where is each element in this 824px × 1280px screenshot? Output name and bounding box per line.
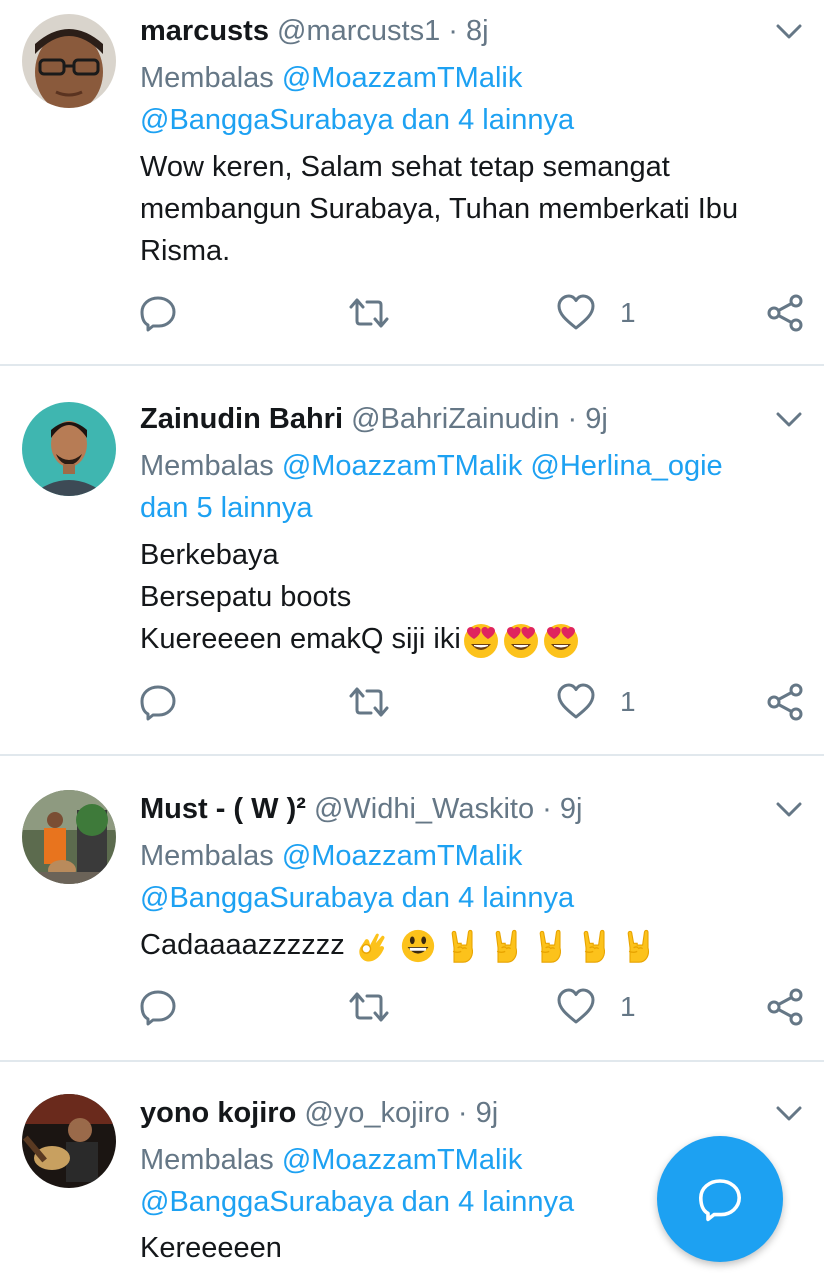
user-avatar-outdoor-icon [22, 790, 116, 884]
reply-prefix: Membalas [140, 840, 282, 872]
reply-mentions-more[interactable]: dan 5 lainnya [140, 487, 313, 529]
handle-time: @BahriZainudin · 9j [351, 403, 608, 435]
chevron-down-icon[interactable] [776, 800, 802, 820]
tweet-header: Zainudin Bahri @BahriZainudin · 9j [140, 398, 608, 440]
tweet-item[interactable]: Zainudin Bahri @BahriZainudin · 9j Memba… [0, 366, 824, 756]
tweet-text-line: Wow keren, Salam sehat tetap semangat [140, 151, 670, 183]
compose-reply-icon [699, 1179, 741, 1222]
user-avatar[interactable] [22, 1094, 116, 1188]
reply-button[interactable] [138, 682, 178, 722]
share-icon [765, 987, 805, 1027]
rock-on-emoji-icon [533, 927, 569, 965]
tweet-text: Cadaaaazzzzzz [140, 929, 345, 961]
tweet-text-line: Kereeeeen [140, 1232, 282, 1264]
share-button[interactable] [765, 682, 805, 722]
user-avatar[interactable] [22, 402, 116, 496]
like-button[interactable]: 1 [556, 293, 636, 333]
tweet-item[interactable]: Must - ( W )² @Widhi_Waskito · 9j Membal… [0, 756, 824, 1062]
display-name[interactable]: Must - ( W )² [140, 793, 306, 825]
share-icon [765, 293, 805, 333]
user-avatar[interactable] [22, 790, 116, 884]
retweet-button[interactable] [347, 293, 391, 333]
heart-icon [556, 682, 596, 722]
compose-reply-button[interactable] [657, 1136, 783, 1262]
tweet-text-line: membangun Surabaya, Tuhan memberkati Ibu [140, 193, 739, 225]
rock-on-emoji-icon [621, 927, 657, 965]
heart-eyes-emoji-icon [461, 620, 501, 660]
user-avatar[interactable] [22, 14, 116, 108]
retweet-button[interactable] [347, 987, 391, 1027]
user-avatar-teal-icon [22, 402, 116, 496]
reply-icon [138, 987, 178, 1027]
tweet-actions: 1 [0, 987, 824, 1027]
reply-mention-link[interactable]: @MoazzamTMalik [282, 840, 523, 872]
handle-time: @yo_kojiro · 9j [304, 1097, 499, 1129]
tweet-header: yono kojiro @yo_kojiro · 9j [140, 1092, 498, 1134]
reply-button[interactable] [138, 987, 178, 1027]
display-name[interactable]: yono kojiro [140, 1097, 296, 1129]
reply-context: Membalas @MoazzamTMalik @Herlina_ogie [140, 445, 723, 487]
share-button[interactable] [765, 293, 805, 333]
reply-mentions-more[interactable]: @BanggaSurabaya dan 4 lainnya [140, 99, 574, 141]
tweet-text-line: Bersepatu boots [140, 581, 352, 613]
like-button[interactable]: 1 [556, 987, 636, 1027]
display-name[interactable]: Zainudin Bahri [140, 403, 343, 435]
reply-mention-link[interactable]: @MoazzamTMalik [282, 62, 523, 94]
tweet-actions: 1 [0, 293, 824, 333]
reply-context: Membalas @MoazzamTMalik [140, 57, 522, 99]
tweet-text-line: Risma. [140, 235, 231, 267]
display-name[interactable]: marcusts [140, 15, 269, 47]
reply-button[interactable] [138, 293, 178, 333]
tweet-header: Must - ( W )² @Widhi_Waskito · 9j [140, 788, 582, 830]
tweet-header: marcusts @marcusts1 · 8j [140, 10, 489, 52]
retweet-icon [347, 682, 391, 722]
reply-prefix: Membalas [140, 450, 282, 482]
tweet-text-line-with-emoji: Kuereeeen emakQ siji iki [140, 618, 581, 660]
user-avatar-glasses-icon [22, 14, 116, 108]
heart-icon [556, 293, 596, 333]
user-avatar-guitar-icon [22, 1094, 116, 1188]
retweet-icon [347, 293, 391, 333]
tweet-text-line-with-emoji: Cadaaaazzzzzz [140, 924, 657, 966]
chevron-down-icon[interactable] [776, 1104, 802, 1124]
like-button[interactable]: 1 [556, 682, 636, 722]
handle-time: @marcusts1 · 8j [277, 15, 489, 47]
reply-prefix: Membalas [140, 1144, 282, 1176]
handle-time: @Widhi_Waskito · 9j [313, 793, 583, 825]
share-button[interactable] [765, 987, 805, 1027]
reply-mentions-more[interactable]: @BanggaSurabaya dan 4 lainnya [140, 877, 574, 919]
ok-hand-emoji-icon [353, 927, 391, 965]
tweet-text: Kuereeeen emakQ siji iki [140, 623, 461, 655]
rock-on-emoji-icon [445, 927, 481, 965]
heart-eyes-emoji-icon [541, 620, 581, 660]
tweet-text-line: Berkebaya [140, 539, 279, 571]
share-icon [765, 682, 805, 722]
heart-icon [556, 987, 596, 1027]
reply-icon [138, 682, 178, 722]
rock-on-emoji-icon [577, 927, 613, 965]
heart-eyes-emoji-icon [501, 620, 541, 660]
rock-on-emoji-icon [489, 927, 525, 965]
like-count: 1 [620, 991, 636, 1022]
reply-mention-link[interactable]: @MoazzamTMalik @Herlina_ogie [282, 450, 723, 482]
retweet-button[interactable] [347, 682, 391, 722]
reply-context: Membalas @MoazzamTMalik [140, 835, 522, 877]
reply-icon [138, 293, 178, 333]
retweet-icon [347, 987, 391, 1027]
like-count: 1 [620, 686, 636, 717]
like-count: 1 [620, 297, 636, 328]
reply-mentions-more[interactable]: @BanggaSurabaya dan 4 lainnya [140, 1181, 574, 1223]
reply-mention-link[interactable]: @MoazzamTMalik [282, 1144, 523, 1176]
tweet-item[interactable]: marcusts @marcusts1 · 8j Membalas @Moazz… [0, 0, 824, 366]
chevron-down-icon[interactable] [776, 410, 802, 430]
reply-prefix: Membalas [140, 62, 282, 94]
tweet-actions: 1 [0, 682, 824, 722]
reply-context: Membalas @MoazzamTMalik [140, 1139, 522, 1181]
chevron-down-icon[interactable] [776, 22, 802, 42]
grin-emoji-icon [399, 927, 437, 965]
